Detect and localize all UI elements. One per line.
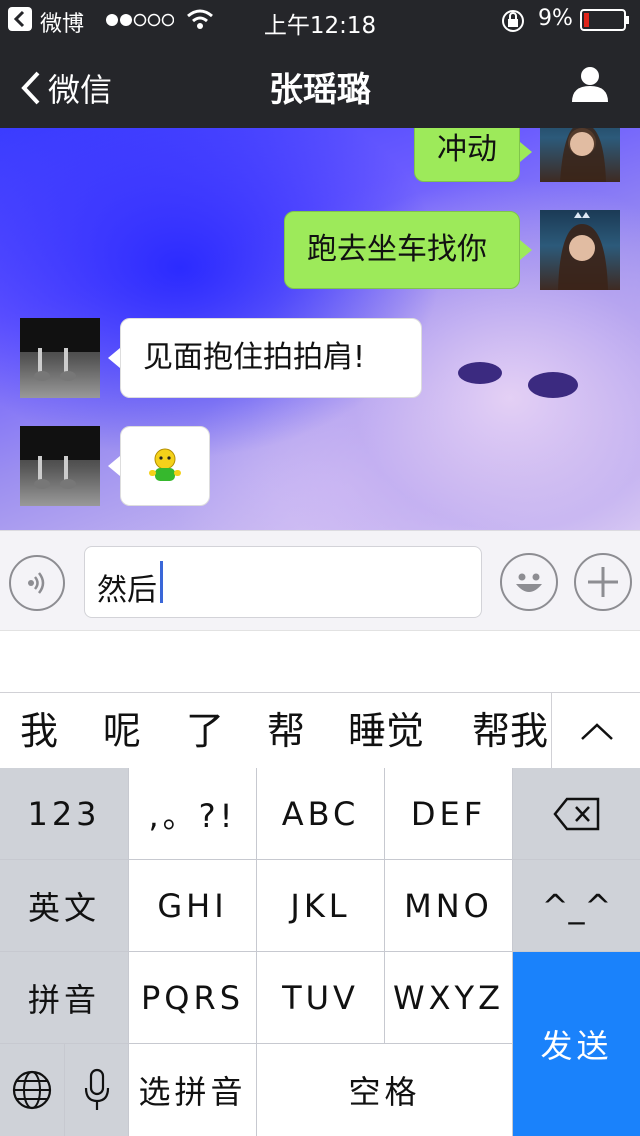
key-numbers[interactable]: 123	[0, 768, 128, 859]
my-avatar[interactable]	[540, 210, 620, 290]
contact-avatar[interactable]	[20, 318, 100, 398]
voice-input-button[interactable]	[9, 555, 65, 611]
expand-candidates-button[interactable]	[551, 693, 640, 769]
message-text: 见面抱住拍拍肩!	[120, 318, 422, 398]
message-bubble-received[interactable]: 见面抱住拍拍肩!	[120, 318, 422, 398]
key-switch-keyboard[interactable]	[0, 1044, 64, 1136]
candidate-bar: 我 呢 了 帮 睡觉 帮我	[0, 692, 640, 770]
send-key[interactable]: 发送	[513, 952, 640, 1136]
chat-background: 冲动 跑去坐车找你 见面抱住拍拍肩!	[0, 128, 640, 530]
status-bar: 微博 上午12:18 9%	[0, 0, 640, 40]
contact-profile-icon[interactable]	[570, 64, 610, 108]
message-text: 冲动	[414, 128, 520, 182]
message-bubble-received[interactable]	[120, 426, 210, 506]
candidate-word[interactable]: 帮	[267, 693, 305, 769]
nav-bar: 微信 张瑶璐	[0, 40, 640, 128]
text-cursor	[160, 561, 163, 603]
message-text: 跑去坐车找你	[284, 211, 520, 289]
globe-icon	[12, 1070, 52, 1110]
candidate-word[interactable]: 帮我	[472, 693, 548, 769]
key-english[interactable]: 英文	[0, 860, 128, 951]
key-dictation[interactable]	[65, 1044, 128, 1136]
top-bar: 微博 上午12:18 9% 微信 张瑶璐	[0, 0, 640, 128]
key-select-pinyin[interactable]: 选拼音	[129, 1044, 256, 1136]
candidate-word[interactable]: 睡觉	[348, 693, 424, 769]
battery-icon	[580, 9, 630, 37]
message-input-value: 然后	[97, 573, 157, 608]
my-avatar[interactable]	[540, 128, 620, 182]
key-pinyin[interactable]: 拼音	[0, 952, 128, 1043]
key-punctuation[interactable]: ,。?!	[129, 768, 256, 859]
keyboard: 123 ,。?! ABC DEF 英文 GHI JKL MNO ^_^ 拼音 P…	[0, 768, 640, 1136]
input-bar: 然后	[0, 530, 640, 631]
key-jkl[interactable]: JKL	[257, 860, 384, 951]
voice-icon	[28, 572, 45, 594]
chevron-up-icon	[580, 723, 613, 740]
backspace-icon	[552, 797, 599, 830]
rotation-lock-icon	[500, 8, 526, 40]
key-abc[interactable]: ABC	[257, 768, 384, 859]
key-ghi[interactable]: GHI	[129, 860, 256, 951]
key-pqrs[interactable]: PQRS	[129, 952, 256, 1043]
candidate-word[interactable]: 了	[186, 693, 224, 769]
key-wxyz[interactable]: WXYZ	[385, 952, 512, 1043]
microphone-icon	[84, 1068, 109, 1110]
key-def[interactable]: DEF	[385, 768, 512, 859]
candidate-word[interactable]: 呢	[103, 693, 141, 769]
key-space[interactable]: 空格	[257, 1044, 512, 1136]
keyboard-spacer	[0, 630, 640, 693]
contact-avatar[interactable]	[20, 426, 100, 506]
message-input[interactable]: 然后	[84, 546, 482, 618]
message-bubble-sent[interactable]: 跑去坐车找你	[284, 211, 520, 289]
smiley-icon	[516, 573, 542, 592]
key-emoticon[interactable]: ^_^	[513, 860, 640, 951]
candidate-word[interactable]: 我	[20, 693, 58, 769]
message-bubble-sent[interactable]: 冲动	[414, 128, 520, 182]
plus-icon	[588, 567, 618, 597]
key-tuv[interactable]: TUV	[257, 952, 384, 1043]
key-backspace[interactable]	[513, 768, 640, 859]
emoji-button[interactable]	[500, 553, 558, 611]
more-button[interactable]	[574, 553, 632, 611]
chat-title: 张瑶璐	[269, 70, 371, 110]
battery-percent: 9%	[538, 6, 573, 31]
key-mno[interactable]: MNO	[385, 860, 512, 951]
green-figure-emoji	[149, 448, 181, 481]
